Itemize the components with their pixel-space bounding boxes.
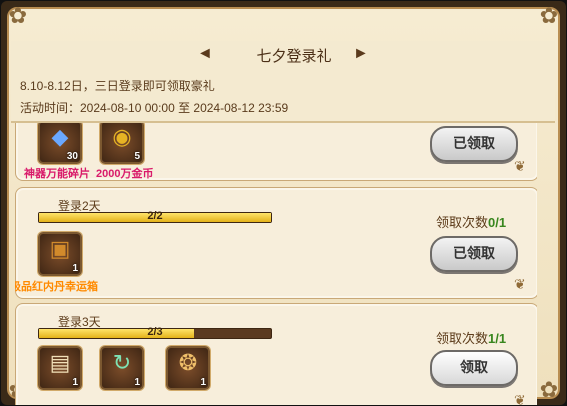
claim-count: 领取次数0/1 [436, 215, 507, 230]
progress-text: 2/3 [147, 326, 163, 338]
top-left-ornament-icon: ✿ [8, 3, 28, 28]
progress-text: 2/2 [147, 210, 163, 222]
reward-item-chest[interactable]: ▣ 1 [38, 232, 82, 276]
reward-item-coin[interactable]: ◉ 5 [100, 120, 144, 164]
event-time: 活动时间：2024-08-10 00:00 至 2024-08-12 23:59 [20, 101, 289, 115]
crystal-icon: ◆ [51, 124, 69, 149]
event-description: 8.10-8.12日，三日登录即可领取豪礼 [20, 79, 215, 93]
claimed-button[interactable]: 已领取 [430, 126, 518, 162]
corner-flourish-icon: ❦ [514, 158, 526, 174]
bottom-right-ornament-icon: ✿ [539, 377, 559, 402]
reward-item-tome[interactable]: ❂ 1 [166, 346, 210, 390]
claim-button[interactable]: 领取 [430, 350, 518, 386]
reward-label: 神器万能碎片 [24, 168, 90, 180]
claim-count: 领取次数1/1 [436, 331, 507, 346]
reward-label: 极品红内丹幸运箱 [15, 281, 98, 293]
corner-flourish-icon: ❦ [514, 276, 526, 292]
title-right-ornament-icon: ► [353, 45, 369, 62]
reward-card-day1: ◆ 30 ◉ 5 神器万能碎片 2000万金币 已领取 ❦ [15, 119, 537, 181]
reward-card-day3: 登录3天 2/3 领取次数1/1 ▤ 1 ↻ 1 ❂ 1 领取 ❦ [15, 303, 537, 405]
corner-flourish-icon: ❦ [514, 392, 526, 405]
login-progress-bar: 2/3 [38, 326, 272, 339]
reward-item-crystal[interactable]: ◆ 30 [38, 120, 82, 164]
top-right-ornament-icon: ✿ [539, 3, 559, 28]
treasure-chest-icon: ▣ [49, 236, 71, 261]
reward-item-refresh-scroll[interactable]: ↻ 1 [100, 346, 144, 390]
claimed-button[interactable]: 已领取 [430, 236, 518, 272]
reward-list[interactable]: ◆ 30 ◉ 5 神器万能碎片 2000万金币 已领取 ❦ 登录2天 2/2 领… [15, 119, 537, 405]
reward-card-day2: 登录2天 2/2 领取次数0/1 ▣ 1 极品红内丹幸运箱 已领取 ❦ [15, 187, 537, 299]
game-window: ✿ ✿ ✿ ✿ ◄ 七夕登录礼 ► 8.10-8.12日，三日登录即可领取豪礼 … [1, 1, 566, 405]
reward-label: 2000万金币 [96, 168, 154, 180]
event-header: ◄ 七夕登录礼 ► 8.10-8.12日，三日登录即可领取豪礼 活动时间：202… [11, 41, 555, 123]
tome-icon: ❂ [178, 350, 198, 375]
login-progress-bar: 2/2 [38, 210, 272, 223]
reward-item-scroll[interactable]: ▤ 1 [38, 346, 82, 390]
coin-icon: ◉ [112, 124, 132, 149]
scroll-icon: ▤ [49, 350, 71, 375]
refresh-scroll-icon: ↻ [112, 350, 132, 375]
